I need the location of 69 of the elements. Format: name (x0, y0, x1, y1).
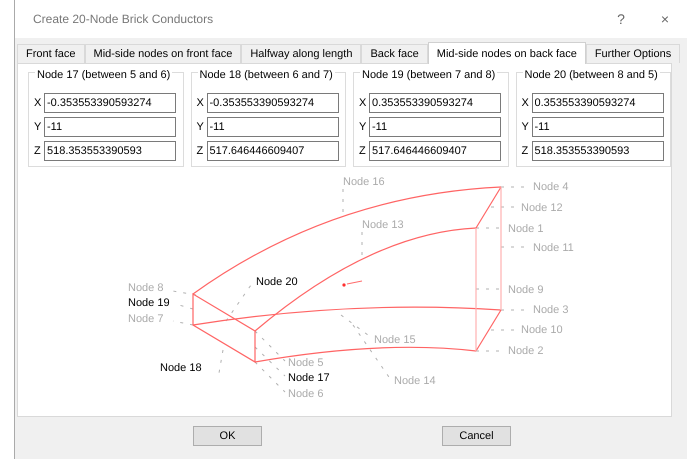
input-field[interactable]: 518.353553390593 (532, 141, 664, 161)
leader-line (218, 350, 224, 374)
leader-line (254, 362, 286, 392)
field-label: Y (196, 121, 205, 133)
input-field[interactable]: -11 (44, 117, 176, 137)
node-label: Node 16 (343, 176, 385, 188)
node-label: Node 17 (288, 372, 330, 384)
input-field[interactable]: 0.353553390593274 (532, 93, 664, 113)
help-button[interactable]: ? (599, 4, 643, 34)
tab[interactable]: Halfway along length (241, 44, 362, 63)
node-label: Node 9 (508, 284, 544, 296)
field-label: Z (522, 145, 530, 157)
node-label: Node 20 (256, 276, 298, 288)
node-label: Node 5 (288, 357, 324, 369)
node-label: Node 10 (521, 324, 563, 336)
input-field[interactable]: 518.353553390593 (44, 141, 176, 161)
field-label: Z (196, 145, 204, 157)
field-label: Y (34, 121, 42, 133)
field-label: X (522, 97, 530, 109)
tab[interactable]: Mid-side nodes on back face (428, 42, 586, 64)
node-label: Node 1 (508, 223, 544, 235)
tab[interactable]: Further Options (586, 44, 680, 63)
leader-line (178, 304, 194, 310)
node-label: Node 12 (521, 202, 563, 214)
field-label: Z (34, 145, 42, 157)
input-field[interactable]: -0.353553390593274 (44, 93, 176, 113)
input-field[interactable]: -11 (206, 117, 338, 137)
tab[interactable]: Mid-side nodes on front face (84, 44, 242, 63)
field-label: Y (522, 121, 530, 133)
group-title: Node 20 (between 8 and 5) (522, 69, 660, 81)
node-label: Node 19 (128, 297, 170, 309)
window-title: Create 20-Node Brick Conductors (33, 12, 214, 26)
leader-line (490, 206, 516, 208)
input-field[interactable]: 517.646446609407 (369, 141, 501, 161)
input-field[interactable]: -11 (532, 117, 664, 137)
field-label: X (196, 97, 205, 109)
node-label: Node 7 (128, 313, 164, 325)
input-field[interactable]: -11 (369, 117, 501, 137)
node-label: Node 8 (128, 282, 164, 294)
field-label: X (34, 97, 42, 109)
dialog-button[interactable]: OK (193, 426, 262, 446)
input-field[interactable]: -0.353553390593274 (206, 93, 338, 113)
input-field[interactable]: 0.353553390593274 (369, 93, 501, 113)
group-title: Node 17 (between 5 and 6) (35, 69, 172, 81)
node-label: Node 13 (362, 219, 404, 231)
group-title: Node 18 (between 6 and 7) (198, 69, 335, 81)
node-label: Node 3 (533, 304, 568, 316)
node-label: Node 4 (533, 181, 568, 193)
node-label: Node 11 (533, 242, 574, 254)
leader-line (172, 290, 196, 296)
node-label: Node 2 (508, 345, 544, 357)
input-field[interactable]: 517.646446609407 (206, 141, 338, 161)
node-label: Node 14 (394, 375, 436, 387)
group-title: Node 19 (between 7 and 8) (360, 69, 498, 81)
arrow-icon (342, 280, 362, 287)
tab[interactable]: Back face (361, 44, 428, 63)
dialog-button[interactable]: Cancel (442, 426, 511, 446)
leader-line (226, 284, 252, 322)
field-label: Z (359, 145, 367, 157)
leader-line (254, 346, 286, 376)
node-label: Node 6 (288, 388, 324, 400)
leader-line (172, 320, 194, 326)
field-label: X (359, 97, 368, 109)
node-label: Node 15 (374, 334, 416, 346)
close-button[interactable]: × (643, 4, 687, 34)
tab[interactable]: Front face (17, 44, 85, 63)
leader-line (254, 330, 286, 362)
field-label: Y (359, 121, 368, 133)
node-label: Node 18 (160, 362, 202, 374)
